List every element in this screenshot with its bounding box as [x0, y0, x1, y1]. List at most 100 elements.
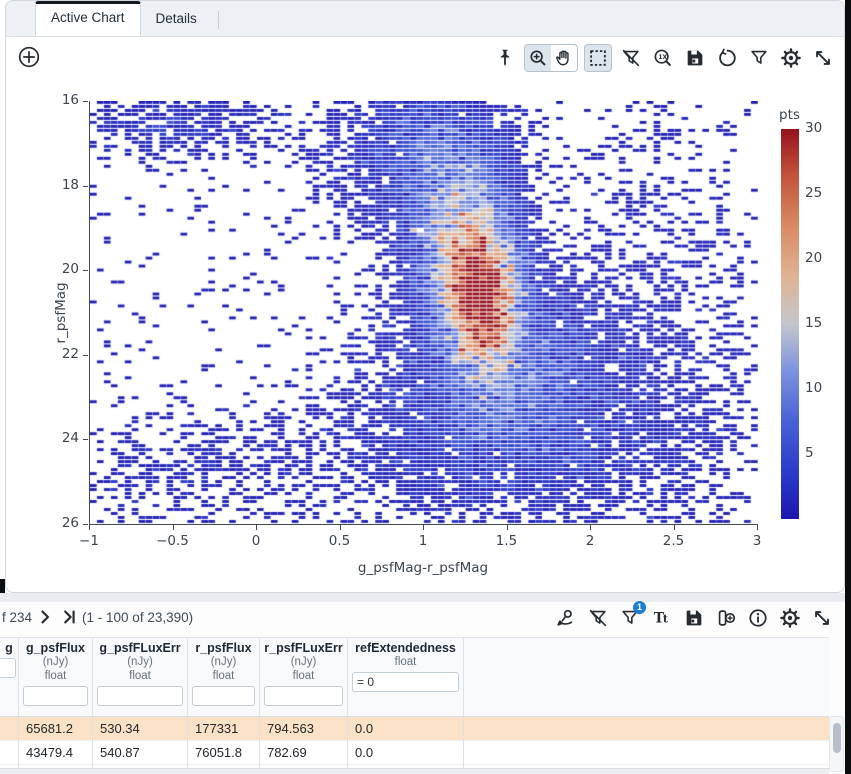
y-tick-mark — [83, 270, 88, 271]
column-unit: (nJy) — [19, 655, 92, 669]
svg-text:t: t — [663, 613, 669, 626]
clear-filter-button[interactable] — [585, 605, 611, 631]
y-tick-label: 16 — [45, 92, 79, 108]
add-chart-button[interactable] — [16, 44, 42, 70]
text-view-button[interactable]: Tt — [649, 605, 675, 631]
heatmap-canvas[interactable] — [90, 101, 758, 524]
table-cell[interactable]: 65681.2 — [19, 717, 92, 741]
zoom-original-icon: 1X — [652, 47, 674, 69]
chevron-right-icon — [35, 607, 55, 627]
data-table: g g_psfFlux (nJy) float65681.243479.4378… — [0, 637, 829, 773]
restore-button[interactable] — [714, 45, 740, 71]
clear-filter-button[interactable] — [618, 45, 644, 71]
x-tick-mark — [590, 525, 591, 530]
column-header[interactable]: r_psfFLuxErr (nJy) float — [260, 638, 347, 717]
x-tick-mark — [256, 525, 257, 530]
filter-button[interactable] — [746, 45, 772, 71]
column-name: g — [0, 641, 18, 655]
column-filter-input[interactable] — [97, 686, 183, 706]
column-header[interactable]: refExtendedness float — [348, 638, 463, 717]
table-cell[interactable]: 530.34 — [93, 717, 187, 741]
tab-details-label: Details — [156, 11, 197, 26]
clear-filter-icon — [620, 47, 642, 69]
column-type: float — [93, 669, 187, 683]
zoom-original-button[interactable]: 1X — [650, 45, 676, 71]
select-area-icon — [587, 47, 609, 69]
table-cell[interactable] — [464, 717, 829, 741]
column-g_psfFLuxErr: g_psfFLuxErr (nJy) float530.34540.87552.… — [93, 638, 188, 773]
x-tick-label: 2 — [586, 533, 595, 549]
table-cell[interactable] — [0, 741, 18, 765]
column-filter-input[interactable] — [352, 672, 459, 692]
column-type: float — [188, 669, 259, 683]
settings-icon — [780, 47, 802, 69]
last-page-button[interactable] — [58, 606, 80, 628]
column-header[interactable]: g — [0, 638, 18, 717]
x-tick-mark — [173, 525, 174, 530]
colorbar-tick-label: 15 — [805, 315, 822, 331]
tab-details[interactable]: Details — [141, 4, 212, 36]
column-header[interactable]: g_psfFLuxErr (nJy) float — [93, 638, 187, 717]
column-g: g — [0, 638, 19, 773]
column-filter-input[interactable] — [0, 658, 16, 678]
pan-hand-button[interactable] — [551, 45, 577, 71]
column-filter-input[interactable] — [192, 686, 255, 706]
column-name: refExtendedness — [348, 641, 463, 655]
save-button[interactable] — [681, 605, 707, 631]
expand-button[interactable] — [810, 45, 836, 71]
chart-tabbar: Active Chart Details — [6, 1, 844, 37]
table-cell[interactable] — [0, 717, 18, 741]
table-cell[interactable]: 0.0 — [348, 741, 463, 765]
table-vertical-scrollbar-thumb[interactable] — [833, 723, 841, 753]
table-cell[interactable]: 0.0 — [348, 717, 463, 741]
save-icon — [684, 47, 706, 69]
settings-icon — [779, 607, 801, 629]
save-button[interactable] — [682, 45, 708, 71]
pin-button[interactable] — [492, 45, 518, 71]
column-header[interactable]: g_psfFlux (nJy) float — [19, 638, 92, 717]
colorbar-tick-label: 10 — [805, 380, 822, 396]
table-pagination: f 234 (1 - 100 of 23,390) — [2, 606, 193, 628]
x-tick-label: 0 — [252, 533, 261, 549]
chart-panel: Active Chart Details 1X −1−0.500.511.522… — [5, 0, 845, 593]
settings-button[interactable] — [777, 605, 803, 631]
table-panel: f 234 (1 - 100 of 23,390) 1Tt g g_psfFlu… — [0, 602, 845, 774]
next-page-button[interactable] — [34, 606, 56, 628]
table-toolbar-right: 1Tt — [553, 605, 835, 631]
x-tick-label: 0.5 — [329, 533, 350, 549]
table-cell[interactable] — [464, 741, 829, 765]
expand-icon — [811, 607, 833, 629]
table-cell[interactable]: 782.69 — [260, 741, 347, 765]
table-horizontal-scrollbar[interactable] — [0, 768, 829, 774]
add-column-button[interactable] — [713, 605, 739, 631]
table-cell[interactable]: 794.563 — [260, 717, 347, 741]
x-tick-mark — [757, 525, 758, 530]
settings-button[interactable] — [778, 45, 804, 71]
table-cell[interactable]: 43479.4 — [19, 741, 92, 765]
pan-hand-icon — [553, 47, 575, 69]
x-tick-mark — [340, 525, 341, 530]
expand-button[interactable] — [809, 605, 835, 631]
pagination-range: (1 - 100 of 23,390) — [82, 610, 193, 625]
column-type: float — [19, 669, 92, 683]
filter-button[interactable]: 1 — [617, 605, 643, 631]
y-tick-mark — [83, 186, 88, 187]
column-filter-input[interactable] — [23, 686, 88, 706]
info-button[interactable] — [745, 605, 771, 631]
column-name: g_psfFlux — [19, 641, 92, 655]
column-filter-input[interactable] — [264, 686, 343, 706]
analyze-button[interactable] — [553, 605, 579, 631]
tab-separator — [218, 11, 219, 29]
column-header[interactable] — [464, 638, 829, 717]
table-cell[interactable]: 76051.8 — [188, 741, 259, 765]
colorbar-tick-label: 5 — [805, 445, 814, 461]
table-cell[interactable]: 177331 — [188, 717, 259, 741]
table-cell[interactable]: 540.87 — [93, 741, 187, 765]
analyze-icon — [555, 607, 577, 629]
column-header[interactable]: r_psfFlux (nJy) float — [188, 638, 259, 717]
zoom-in-button[interactable] — [525, 45, 551, 71]
select-area-button[interactable] — [584, 44, 612, 72]
pin-icon — [494, 47, 516, 69]
tab-active-chart[interactable]: Active Chart — [35, 1, 141, 36]
svg-text:1X: 1X — [658, 54, 667, 61]
